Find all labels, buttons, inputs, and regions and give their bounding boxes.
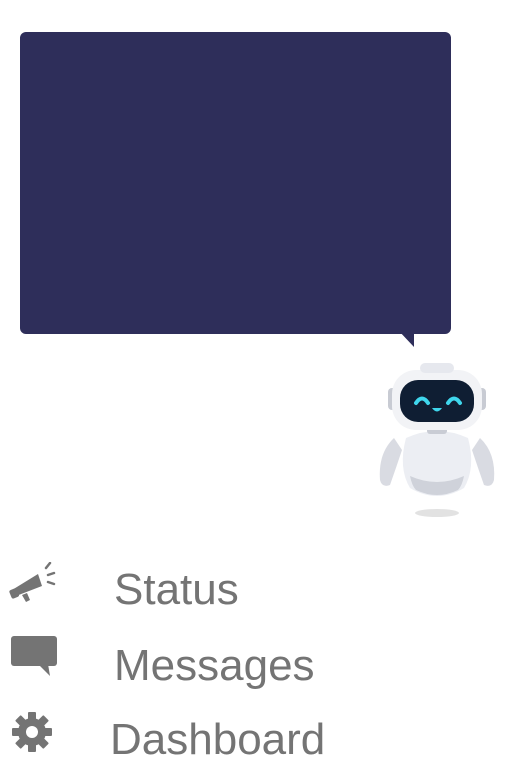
menu-item-status[interactable]: Status xyxy=(0,556,508,626)
chat-bubble-icon xyxy=(8,634,60,678)
speech-bubble xyxy=(20,32,451,334)
menu-item-dashboard[interactable]: Dashboard xyxy=(0,708,508,778)
menu-item-label: Dashboard xyxy=(110,715,326,764)
gear-icon xyxy=(8,710,60,754)
robot-mascot[interactable] xyxy=(372,358,502,523)
assistant-panel: Status Messages Dashboard xyxy=(0,0,508,781)
megaphone-icon xyxy=(8,561,60,606)
menu-item-messages[interactable]: Messages xyxy=(0,632,508,702)
menu-item-label: Status xyxy=(114,565,239,614)
speech-bubble-tail xyxy=(398,330,414,347)
menu-item-label: Messages xyxy=(114,641,315,690)
